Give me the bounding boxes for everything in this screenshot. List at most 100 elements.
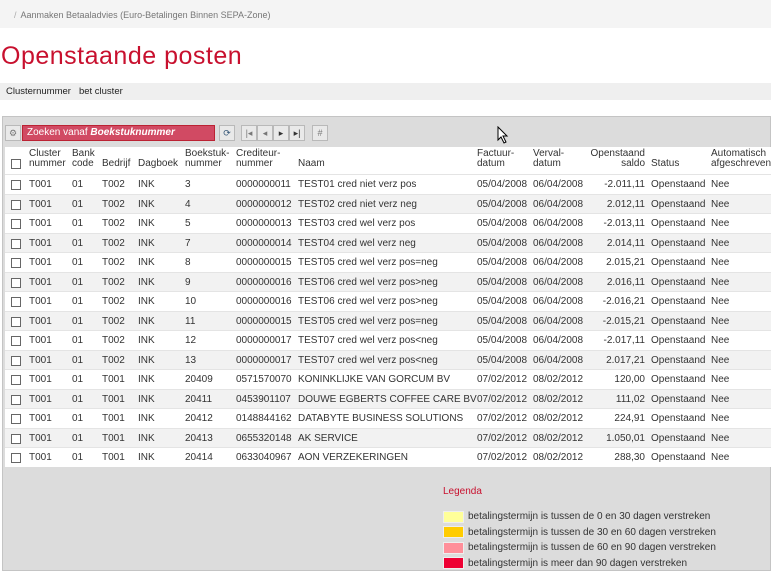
- cell-cluster: T001: [29, 452, 52, 463]
- column-header-naam[interactable]: Naam: [298, 149, 325, 169]
- cell-vervaldatum: 08/02/2012: [533, 393, 584, 405]
- row-checkbox[interactable]: [11, 219, 21, 229]
- breadcrumb-item[interactable]: Aanmaken Betaaladvies (Euro-Betalingen B…: [21, 10, 271, 20]
- cell-naam: TEST07 cred wel verz pos<neg: [298, 354, 438, 366]
- cell-bank: 01: [72, 276, 84, 288]
- row-checkbox[interactable]: [11, 336, 21, 346]
- cell-saldo: -2.016,21: [602, 296, 645, 307]
- cell-bank: 01: [72, 198, 84, 210]
- legend-label: betalingstermijn is tussen de 60 en 90 d…: [468, 542, 716, 554]
- column-header-afgeschreven[interactable]: Automatisch afgeschreven: [711, 149, 771, 169]
- legend-title: Legenda: [443, 486, 482, 497]
- row-checkbox[interactable]: [11, 394, 21, 405]
- refresh-icon[interactable]: ⟳: [219, 125, 235, 141]
- cell-crediteur: 0000000017: [236, 335, 292, 346]
- table-row[interactable]: T001 01 T001 INK 20411 0453901107 DOUWE EGBERT…: [5, 388, 771, 408]
- cell-dagboek: INK: [138, 452, 155, 463]
- column-header-crediteur[interactable]: Crediteur-nummer: [236, 149, 280, 169]
- table-row[interactable]: T001 01 T001 INK 20414 0633040967 AON VERZEKER…: [5, 447, 771, 467]
- page-title: Openstaande posten: [1, 42, 243, 70]
- table-row[interactable]: T001 01 T002 INK 7 0000000014 TEST04 cred wel …: [5, 232, 771, 252]
- cell-saldo: 224,91: [614, 413, 645, 424]
- cell-bank: 01: [72, 452, 84, 463]
- table-row[interactable]: T001 01 T001 INK 20412 0148844162 DATABYTE BUS…: [5, 408, 771, 428]
- table-row[interactable]: T001 01 T001 INK 20409 0571570070 KONINKLIJKE …: [5, 369, 771, 389]
- cell-cluster: T001: [29, 354, 52, 366]
- cell-cluster: T001: [29, 276, 52, 288]
- cell-bedrijf: T002: [102, 354, 125, 366]
- cell-naam: AON VERZEKERINGEN: [298, 452, 409, 463]
- cell-bank: 01: [72, 432, 84, 444]
- cell-boekstuk: 3: [185, 179, 191, 190]
- cell-crediteur: 0655320148: [236, 432, 292, 444]
- table-row[interactable]: T001 01 T002 INK 5 0000000013 TEST03 cred wel …: [5, 213, 771, 233]
- row-checkbox[interactable]: [11, 414, 21, 424]
- column-header-saldo[interactable]: Openstaand saldo: [591, 149, 646, 169]
- row-checkbox[interactable]: [11, 355, 21, 366]
- cell-dagboek: INK: [138, 257, 155, 268]
- cell-factuurdatum: 05/04/2008: [477, 296, 528, 307]
- table-row[interactable]: T001 01 T002 INK 10 0000000016 TEST06 cred wel…: [5, 291, 771, 311]
- cell-bank: 01: [72, 237, 84, 249]
- cell-crediteur: 0000000015: [236, 257, 292, 268]
- column-header-bedrijf[interactable]: Bedrijf: [102, 149, 130, 169]
- table-row[interactable]: T001 01 T002 INK 3 0000000011 TEST01 cred niet…: [5, 174, 771, 194]
- cell-naam: KONINKLIJKE VAN GORCUM BV: [298, 374, 451, 385]
- cell-boekstuk: 12: [185, 335, 197, 346]
- next-page-icon[interactable]: ▸: [273, 125, 289, 141]
- table-row[interactable]: T001 01 T002 INK 4 0000000012 TEST02 cred niet…: [5, 193, 771, 213]
- table-row[interactable]: T001 01 T002 INK 13 0000000017 TEST07 cred wel…: [5, 349, 771, 369]
- column-header-status[interactable]: Status: [651, 149, 679, 169]
- cell-afgeschreven: Nee: [711, 257, 730, 268]
- column-header-vervaldatum[interactable]: Verval-datum: [533, 149, 564, 169]
- cell-crediteur: 0148844162: [236, 413, 292, 424]
- row-checkbox[interactable]: [11, 375, 21, 385]
- row-checkbox[interactable]: [11, 297, 21, 307]
- cluster-bar: Clusternummer bet cluster: [0, 83, 771, 100]
- cell-status: Openstaand: [651, 393, 706, 405]
- cell-cluster: T001: [29, 179, 52, 190]
- table-row[interactable]: T001 01 T002 INK 8 0000000015 TEST05 cred wel …: [5, 252, 771, 272]
- cell-bank: 01: [72, 296, 84, 307]
- cell-afgeschreven: Nee: [711, 296, 730, 307]
- row-checkbox[interactable]: [11, 433, 21, 444]
- cell-status: Openstaand: [651, 354, 706, 366]
- row-checkbox[interactable]: [11, 277, 21, 288]
- mouse-cursor-icon: [497, 126, 509, 144]
- cell-crediteur: 0000000015: [236, 315, 292, 327]
- gear-icon[interactable]: ⚙: [5, 125, 21, 141]
- first-page-icon[interactable]: |◂: [241, 125, 257, 141]
- row-checkbox[interactable]: [11, 453, 21, 463]
- row-checkbox[interactable]: [11, 316, 21, 327]
- column-header-cluster[interactable]: Cluster nummer: [29, 149, 66, 169]
- cell-afgeschreven: Nee: [711, 276, 730, 288]
- cell-boekstuk: 9: [185, 276, 191, 288]
- cluster-label: Clusternummer: [6, 86, 71, 97]
- search-input[interactable]: Zoeken vanaf Boekstuknummer: [22, 125, 215, 141]
- row-checkbox[interactable]: [11, 199, 21, 210]
- cell-boekstuk: 8: [185, 257, 191, 268]
- row-checkbox[interactable]: [11, 238, 21, 249]
- cell-vervaldatum: 06/04/2008: [533, 354, 584, 366]
- prev-page-icon[interactable]: ◂: [257, 125, 273, 141]
- column-header-factuurdatum[interactable]: Factuur-datum: [477, 149, 514, 169]
- table-row[interactable]: T001 01 T002 INK 11 0000000015 TEST05 cred wel…: [5, 310, 771, 330]
- cell-factuurdatum: 07/02/2012: [477, 413, 528, 424]
- cell-vervaldatum: 06/04/2008: [533, 257, 584, 268]
- select-all-checkbox[interactable]: [11, 159, 21, 169]
- cell-afgeschreven: Nee: [711, 393, 730, 405]
- hash-icon[interactable]: #: [312, 125, 328, 141]
- table-row[interactable]: T001 01 T002 INK 9 0000000016 TEST06 cred wel …: [5, 271, 771, 291]
- table-row[interactable]: T001 01 T001 INK 20413 0655320148 AK SERVICE 07…: [5, 427, 771, 447]
- column-header-bank[interactable]: Bank code: [72, 149, 95, 169]
- column-header-boekstuk[interactable]: Boekstuk-nummer: [185, 149, 229, 169]
- cell-naam: TEST02 cred niet verz neg: [298, 198, 417, 210]
- row-checkbox[interactable]: [11, 258, 21, 268]
- cell-cluster: T001: [29, 218, 52, 229]
- cell-bank: 01: [72, 315, 84, 327]
- row-checkbox[interactable]: [11, 180, 21, 190]
- table-row[interactable]: T001 01 T002 INK 12 0000000017 TEST07 cred wel…: [5, 330, 771, 350]
- last-page-icon[interactable]: ▸|: [289, 125, 305, 141]
- cell-dagboek: INK: [138, 354, 155, 366]
- column-header-dagboek[interactable]: Dagboek: [138, 149, 178, 169]
